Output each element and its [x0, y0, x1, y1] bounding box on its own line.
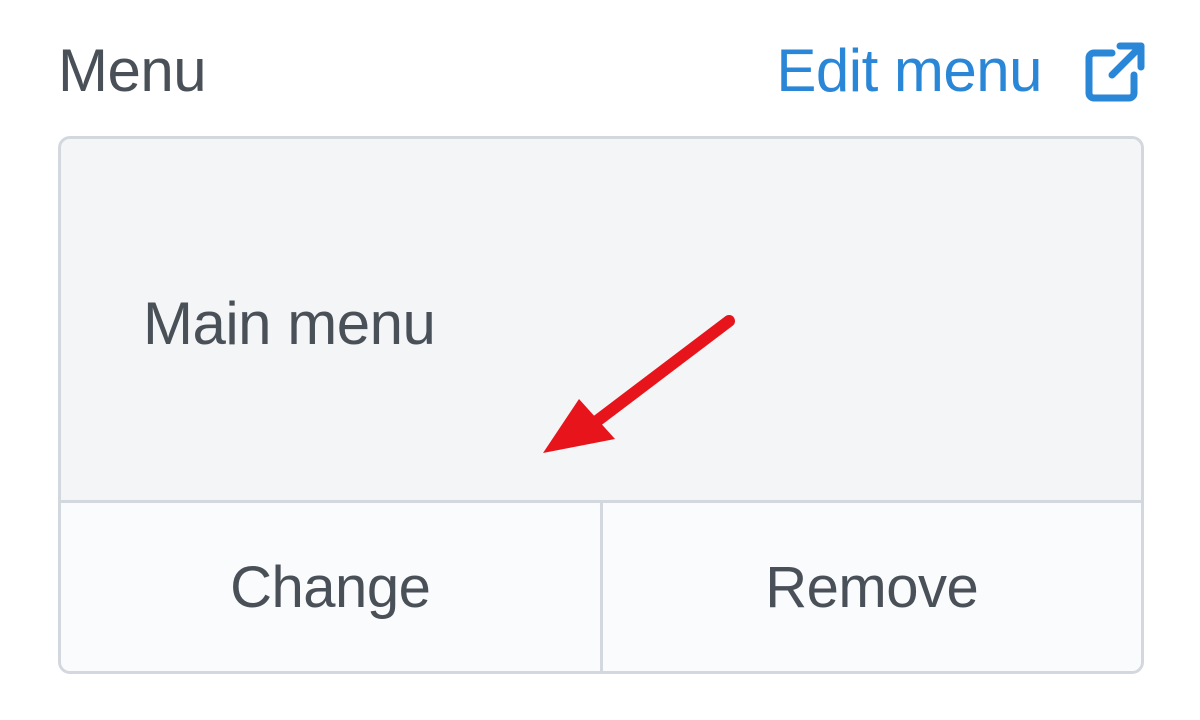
arrow-icon [543, 315, 735, 453]
remove-button[interactable]: Remove [603, 503, 1142, 671]
menu-preview: Main menu [61, 139, 1141, 503]
change-button[interactable]: Change [61, 503, 600, 671]
selected-menu-name: Main menu [143, 290, 436, 357]
edit-menu-label: Edit menu [776, 37, 1042, 104]
card-actions: Change Remove [61, 503, 1141, 671]
menu-section-header: Menu Edit menu [58, 32, 1148, 112]
section-label: Menu [58, 37, 207, 104]
edit-menu-link[interactable]: Edit menu [776, 36, 1148, 106]
menu-selector-card: Main menu Change Remove [58, 136, 1144, 674]
external-link-icon [1085, 42, 1145, 102]
